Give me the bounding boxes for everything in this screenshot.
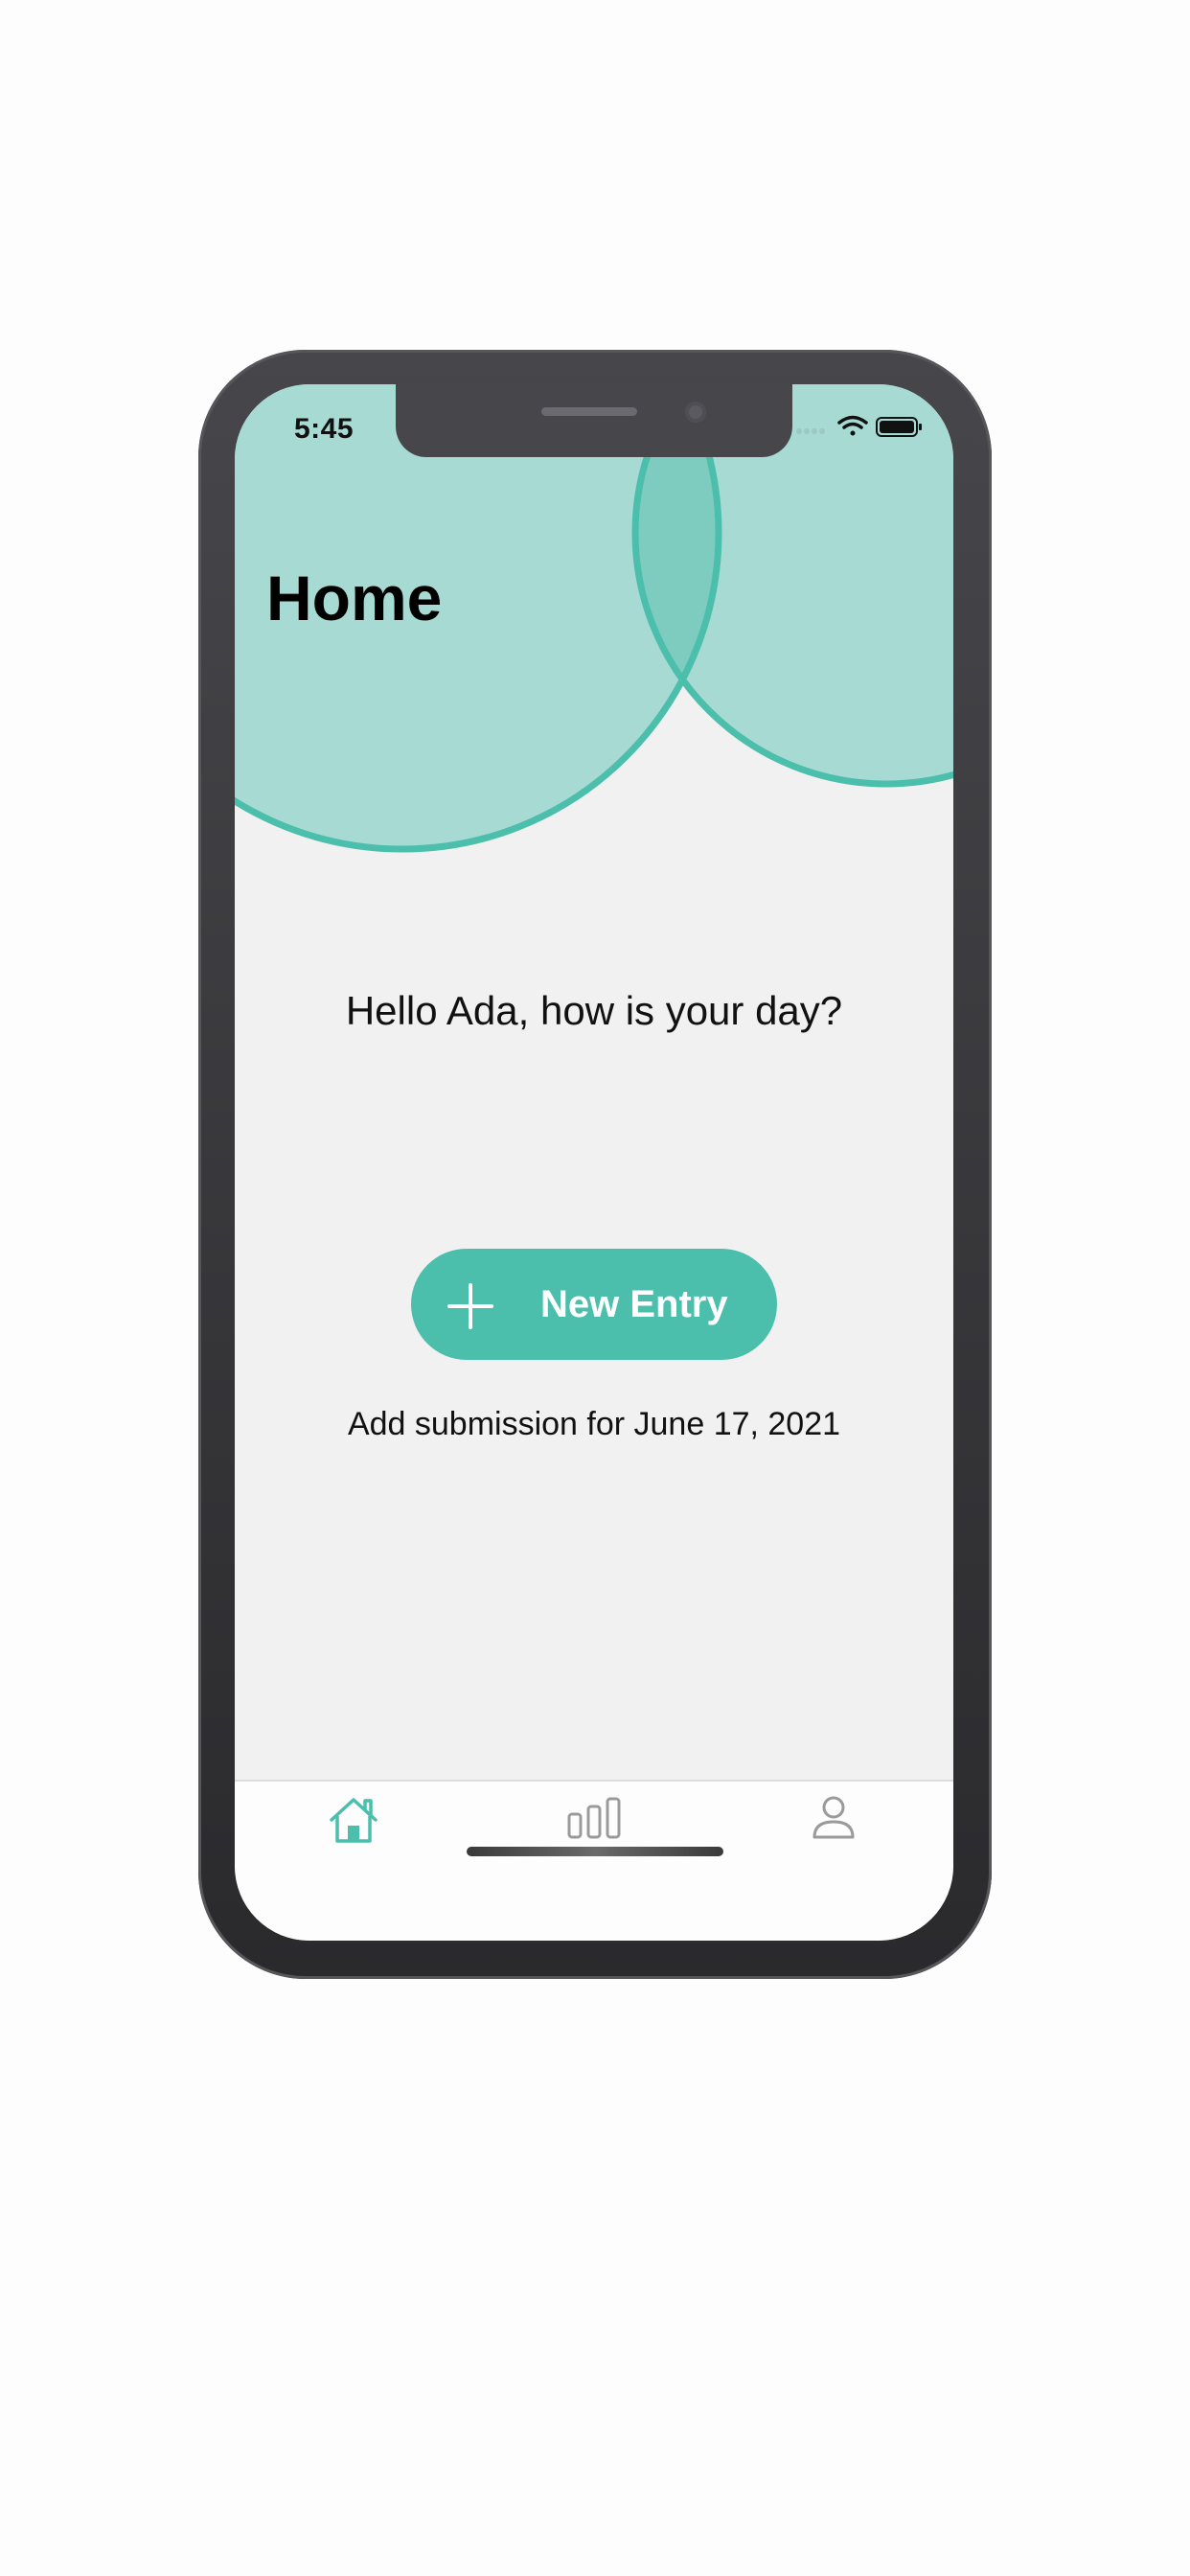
submission-note: Add submission for June 17, 2021 [347, 1406, 841, 1442]
phone-frame: 5:45 Home Hello Ada, how is your day? Ne… [198, 350, 992, 1979]
bar-chart-icon [567, 1797, 621, 1839]
tab-home[interactable] [306, 1795, 401, 1864]
device-notch [396, 384, 792, 457]
signal-icon [796, 428, 825, 434]
battery-icon [876, 417, 922, 437]
new-entry-button[interactable]: New Entry [411, 1249, 777, 1360]
person-icon [812, 1796, 855, 1839]
tab-bar [235, 1780, 953, 1941]
app-screen: 5:45 Home Hello Ada, how is your day? Ne… [235, 384, 953, 1941]
home-icon [330, 1798, 378, 1843]
status-icons [795, 413, 929, 447]
home-indicator[interactable] [467, 1847, 723, 1856]
new-entry-label: New Entry [540, 1283, 728, 1325]
plus-icon [447, 1283, 493, 1329]
page-title: Home [266, 563, 443, 633]
speaker-grille [541, 407, 637, 416]
header-decoration [235, 384, 953, 853]
greeting-text: Hello Ada, how is your day? [345, 988, 843, 1033]
tab-profile[interactable] [786, 1795, 881, 1864]
wifi-icon [837, 415, 868, 436]
front-camera [685, 402, 706, 423]
status-time: 5:45 [294, 413, 355, 445]
